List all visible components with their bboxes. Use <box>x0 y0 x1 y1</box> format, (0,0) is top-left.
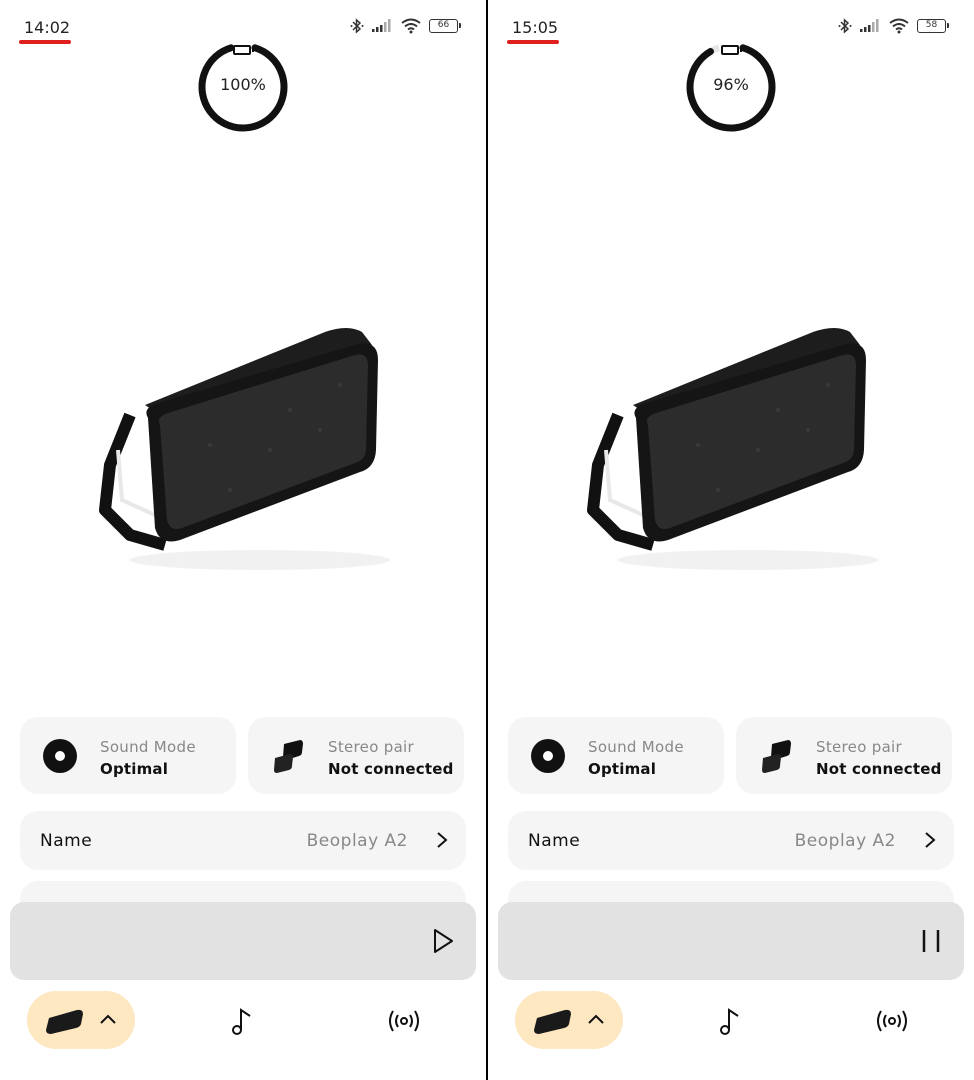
signal-icon <box>372 19 391 32</box>
stereo-pair-label: Stereo pair <box>816 738 902 756</box>
chevron-up-icon <box>100 1014 116 1024</box>
stereo-pair-label: Stereo pair <box>328 738 414 756</box>
broadcast-icon[interactable] <box>387 1008 421 1034</box>
stereo-pair-value: Not connected <box>816 760 942 778</box>
name-row[interactable]: Name Beoplay A2 <box>508 811 954 870</box>
stereo-pair-icon <box>274 740 303 773</box>
speaker-battery-ring: 96% <box>685 41 777 133</box>
speaker-battery-percent: 100% <box>220 75 266 94</box>
signal-icon <box>860 19 879 32</box>
name-value: Beoplay A2 <box>794 831 896 851</box>
chevron-right-icon <box>925 832 936 848</box>
wifi-icon <box>889 18 909 34</box>
chevron-up-icon <box>588 1014 604 1024</box>
sound-mode-value: Optimal <box>588 760 657 778</box>
status-time: 15:05 <box>512 18 559 37</box>
speaker-device-icon <box>46 1009 83 1034</box>
status-time: 14:02 <box>24 18 71 37</box>
sound-mode-card[interactable]: Sound Mode Optimal <box>20 717 236 794</box>
music-note-icon[interactable] <box>228 1006 256 1036</box>
wifi-icon <box>401 18 421 34</box>
player-bar[interactable] <box>498 902 964 980</box>
screen-right: 15:05 58 96% Sound Mode Optimal Stereo p… <box>488 0 974 1080</box>
sound-mode-icon <box>43 739 77 773</box>
sound-mode-value: Optimal <box>100 760 169 778</box>
stereo-pair-value: Not connected <box>328 760 454 778</box>
sound-mode-label: Sound Mode <box>100 738 196 756</box>
nav-device-tab[interactable] <box>515 991 623 1049</box>
stereo-pair-card[interactable]: Stereo pair Not connected <box>248 717 464 794</box>
speaker-image <box>587 328 878 570</box>
name-value: Beoplay A2 <box>306 831 408 851</box>
broadcast-icon[interactable] <box>875 1008 909 1034</box>
status-icons: 58 <box>838 18 949 34</box>
sound-mode-label: Sound Mode <box>588 738 684 756</box>
battery-icon: 58 <box>917 19 949 33</box>
speaker-battery-percent: 96% <box>713 75 749 94</box>
time-highlight <box>507 40 559 44</box>
music-note-icon[interactable] <box>716 1006 744 1036</box>
speaker-device-icon <box>534 1009 571 1034</box>
stereo-pair-icon <box>762 740 791 773</box>
name-label: Name <box>528 831 581 851</box>
screen-left: 14:02 66 100% Sound Mode Optimal Stereo … <box>0 0 486 1080</box>
nav-device-tab[interactable] <box>27 991 135 1049</box>
bluetooth-icon <box>350 18 364 34</box>
sound-mode-card[interactable]: Sound Mode Optimal <box>508 717 724 794</box>
time-highlight <box>19 40 71 44</box>
battery-icon: 66 <box>429 19 461 33</box>
play-icon[interactable] <box>430 927 456 955</box>
stereo-pair-card[interactable]: Stereo pair Not connected <box>736 717 952 794</box>
chevron-right-icon <box>437 832 448 848</box>
speaker-battery-ring: 100% <box>197 41 289 133</box>
sound-mode-icon <box>531 739 565 773</box>
battery-glyph-icon <box>721 45 742 55</box>
status-icons: 66 <box>350 18 461 34</box>
pause-icon[interactable] <box>918 927 944 955</box>
speaker-image <box>99 328 390 570</box>
player-bar[interactable] <box>10 902 476 980</box>
bluetooth-icon <box>838 18 852 34</box>
name-label: Name <box>40 831 93 851</box>
name-row[interactable]: Name Beoplay A2 <box>20 811 466 870</box>
battery-glyph-icon <box>233 45 254 55</box>
